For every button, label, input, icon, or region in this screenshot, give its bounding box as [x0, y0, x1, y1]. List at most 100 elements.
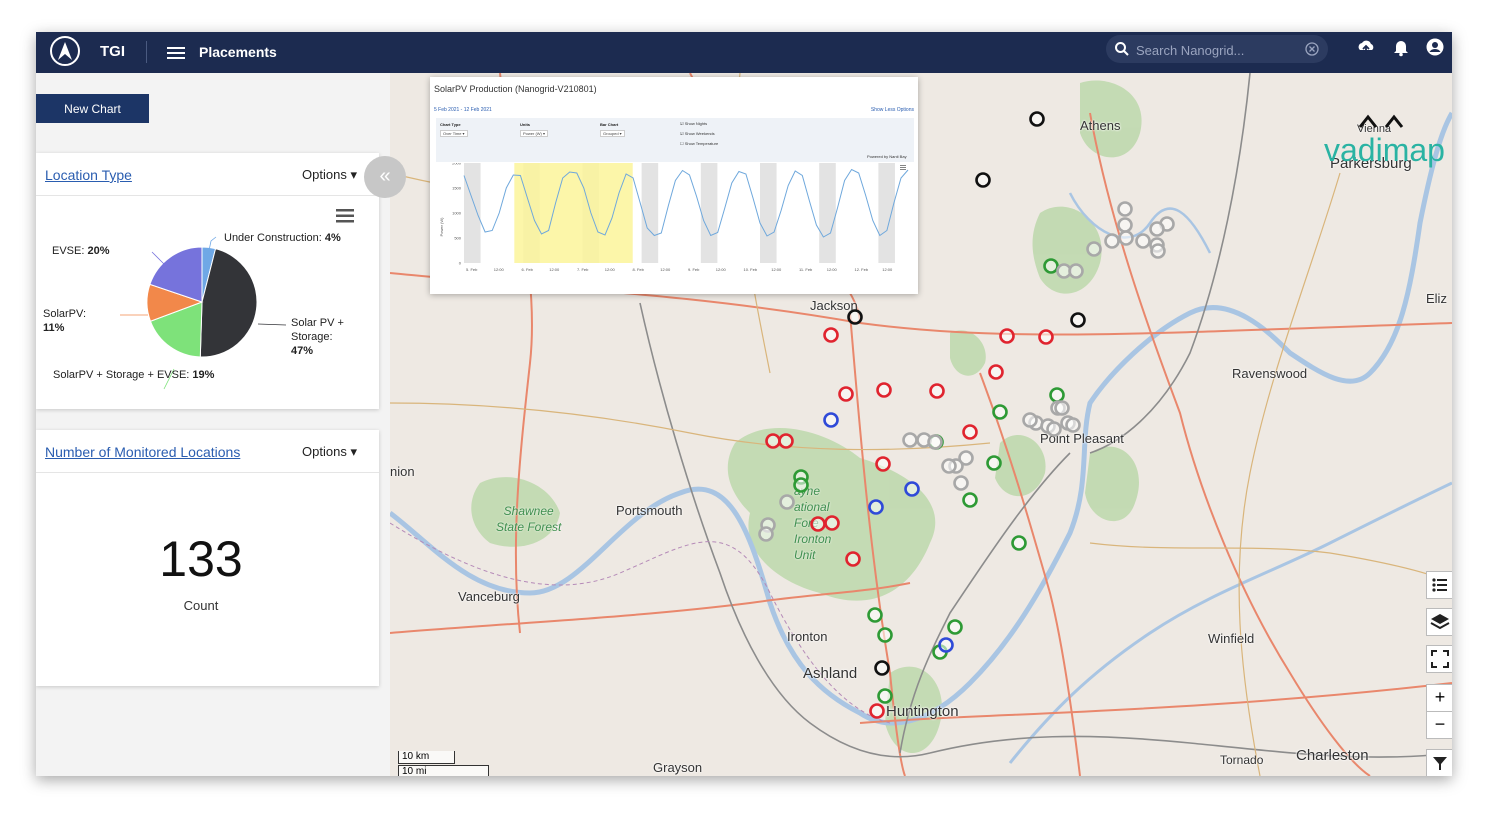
map-marker-red[interactable]	[962, 424, 978, 440]
x-tick-label: 12:00	[605, 267, 616, 272]
zoom-in-button[interactable]: +	[1426, 684, 1452, 712]
bar-chart-select[interactable]: Grouped ▾	[600, 130, 625, 137]
map-marker-gray[interactable]	[1117, 217, 1133, 233]
x-tick-label: 12:00	[771, 267, 782, 272]
map-marker-blue[interactable]	[868, 499, 884, 515]
map-marker-black[interactable]	[975, 172, 991, 188]
search-box	[1106, 35, 1328, 63]
monitored-locations-options-button[interactable]: Options ▾	[302, 444, 357, 460]
map-marker-black[interactable]	[1070, 312, 1086, 328]
map-marker-gray[interactable]	[1068, 263, 1084, 279]
new-chart-button[interactable]: New Chart	[36, 94, 149, 123]
map-marker-red[interactable]	[823, 327, 839, 343]
map-marker-red[interactable]	[876, 382, 892, 398]
map-marker-red[interactable]	[810, 516, 826, 532]
map-marker-red[interactable]	[845, 551, 861, 567]
map-marker-red[interactable]	[869, 703, 885, 719]
map-marker-red[interactable]	[875, 456, 891, 472]
map-marker-gray[interactable]	[758, 526, 774, 542]
navbar-divider	[146, 41, 147, 63]
x-tick-label: 12:00	[660, 267, 671, 272]
map-marker-blue[interactable]	[823, 412, 839, 428]
chart-type-select[interactable]: Over Time ▾	[440, 130, 468, 137]
map-view[interactable]: Athens Vienna Parkersburg Eliz Jackson R…	[390, 73, 1452, 776]
map-marker-red[interactable]	[988, 364, 1004, 380]
user-icon[interactable]	[1425, 37, 1445, 57]
map-marker-green[interactable]	[867, 607, 883, 623]
bell-icon[interactable]	[1391, 37, 1411, 57]
map-marker-red[interactable]	[929, 383, 945, 399]
menu-icon[interactable]	[167, 44, 185, 60]
map-marker-green[interactable]	[877, 688, 893, 704]
map-marker-black[interactable]	[874, 660, 890, 676]
units-select[interactable]: Power (W) ▾	[520, 130, 549, 137]
map-marker-black[interactable]	[847, 309, 863, 325]
map-marker-gray[interactable]	[1135, 233, 1151, 249]
upload-cloud-icon[interactable]	[1356, 37, 1376, 57]
x-tick-label: 12:00	[882, 267, 893, 272]
map-marker-gray[interactable]	[779, 494, 795, 510]
map-marker-green[interactable]	[962, 492, 978, 508]
zoom-out-button[interactable]: −	[1426, 711, 1452, 739]
map-marker-black[interactable]	[1029, 111, 1045, 127]
x-tick-label: 12:00	[494, 267, 505, 272]
filter-button[interactable]	[1426, 749, 1452, 776]
map-marker-green[interactable]	[986, 455, 1002, 471]
chart-menu-icon[interactable]	[900, 165, 906, 170]
night-band	[641, 163, 659, 263]
map-marker-gray[interactable]	[941, 458, 957, 474]
legend-list-button[interactable]	[1426, 571, 1452, 599]
map-marker-gray[interactable]	[1118, 230, 1134, 246]
list-icon	[1432, 578, 1447, 592]
map-marker-red[interactable]	[838, 386, 854, 402]
map-marker-red[interactable]	[824, 515, 840, 531]
map-marker-green[interactable]	[877, 627, 893, 643]
clear-search-icon[interactable]	[1304, 41, 1320, 57]
map-marker-blue[interactable]	[904, 481, 920, 497]
x-tick-label: 6. Feb	[522, 267, 534, 272]
map-marker-gray[interactable]	[1046, 421, 1062, 437]
x-tick-label: 8. Feb	[633, 267, 645, 272]
map-marker-green[interactable]	[793, 477, 809, 493]
map-marker-gray[interactable]	[1117, 201, 1133, 217]
popup-date-range[interactable]: 5 Feb 2021 - 12 Feb 2021	[434, 107, 492, 113]
x-tick-label: 7. Feb	[577, 267, 589, 272]
monitored-count-value: 133	[159, 531, 243, 587]
map-marker-green[interactable]	[992, 404, 1008, 420]
app-window: TGI Placements Search Nanogrid... New Ch…	[36, 32, 1452, 776]
show-nights-checkbox[interactable]: ☑ Show Nights	[680, 121, 707, 126]
show-temperature-checkbox[interactable]: ☐ Show Temperature	[680, 141, 718, 146]
monitored-locations-title[interactable]: Number of Monitored Locations	[45, 444, 240, 460]
brand-name[interactable]: TGI	[100, 43, 125, 60]
map-marker-gray[interactable]	[902, 432, 918, 448]
map-marker-gray[interactable]	[953, 475, 969, 491]
layers-button[interactable]	[1426, 608, 1452, 636]
map-marker-gray[interactable]	[1022, 412, 1038, 428]
map-marker-red[interactable]	[1038, 329, 1054, 345]
night-band	[878, 163, 895, 263]
x-tick-label: 5. Feb	[466, 267, 478, 272]
map-marker-green[interactable]	[1049, 387, 1065, 403]
map-marker-gray[interactable]	[1054, 400, 1070, 416]
map-marker-gray[interactable]	[1104, 233, 1120, 249]
map-marker-green[interactable]	[1043, 258, 1059, 274]
show-less-options-link[interactable]: Show Less Options	[871, 107, 914, 113]
collapse-sidebar-button[interactable]: «	[364, 156, 406, 198]
map-marker-gray[interactable]	[1086, 241, 1102, 257]
map-marker-green[interactable]	[947, 619, 963, 635]
map-marker-gray[interactable]	[1065, 417, 1081, 433]
map-marker-blue[interactable]	[938, 637, 954, 653]
map-marker-gray[interactable]	[1149, 221, 1165, 237]
map-marker-green[interactable]	[1011, 535, 1027, 551]
fullscreen-button[interactable]	[1426, 645, 1452, 673]
map-marker-red[interactable]	[778, 433, 794, 449]
pie-label-under-construction: Under Construction: 4%	[224, 232, 341, 244]
map-marker-red[interactable]	[999, 328, 1015, 344]
map-marker-gray[interactable]	[927, 434, 943, 450]
map-marker-red[interactable]	[765, 433, 781, 449]
show-weekends-checkbox[interactable]: ☑ Show Weekends	[680, 131, 715, 136]
search-input[interactable]	[1134, 40, 1298, 60]
tgi-logo-icon[interactable]	[50, 36, 80, 66]
x-tick-label: 12:00	[827, 267, 838, 272]
map-marker-gray[interactable]	[1150, 243, 1166, 259]
